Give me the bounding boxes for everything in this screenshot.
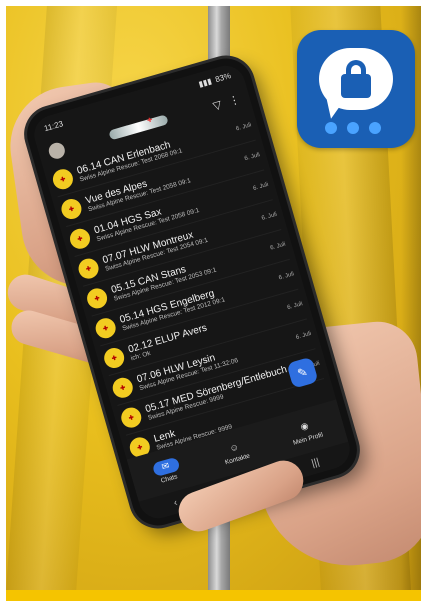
chat-badge-icon: ✚ — [59, 196, 84, 222]
more-menu-icon[interactable]: ⋮ — [227, 92, 241, 108]
nav-profile[interactable]: ◉ Mein Profil — [288, 416, 323, 446]
chat-badge-icon: ✚ — [67, 226, 93, 252]
chat-date: 6. Juli — [278, 271, 295, 282]
chat-badge-icon: ✚ — [101, 345, 127, 371]
chat-date: 6. Juli — [269, 241, 287, 252]
lock-icon — [341, 74, 371, 98]
footer-bar — [6, 590, 421, 601]
compose-icon: ✎ — [295, 364, 310, 381]
nav-chats[interactable]: ✉ Chats — [151, 456, 182, 485]
chat-date: 6. Juli — [295, 330, 312, 341]
chat-date: 6. Juli — [286, 301, 304, 312]
filter-icon[interactable]: ▽ — [211, 97, 223, 112]
chat-badge-icon: ✚ — [84, 286, 110, 311]
app-icon — [297, 30, 415, 148]
chat-date: 6. Juli — [235, 122, 253, 133]
avatar[interactable] — [46, 140, 67, 161]
status-time: 11:23 — [42, 118, 65, 133]
dots-icon — [325, 122, 381, 134]
battery-level: 83% — [214, 70, 232, 84]
back-icon[interactable]: ‹ — [172, 497, 178, 508]
chat-date: 6. Juli — [243, 152, 261, 163]
chat-badge-icon: ✚ — [76, 256, 101, 281]
recents-icon[interactable]: ||| — [310, 456, 321, 469]
chat-badge-icon: ✚ — [93, 315, 119, 341]
chat-date: 6. Juli — [261, 211, 278, 222]
chat-badge-icon: ✚ — [50, 166, 76, 192]
chat-date: 6. Juli — [252, 181, 270, 192]
chat-badge-icon: ✚ — [110, 375, 136, 401]
chat-badge-icon: ✚ — [118, 405, 144, 430]
nav-contacts[interactable]: ☺ Kontakte — [220, 437, 251, 466]
signal-icon: ▮▮▮ — [197, 76, 213, 89]
